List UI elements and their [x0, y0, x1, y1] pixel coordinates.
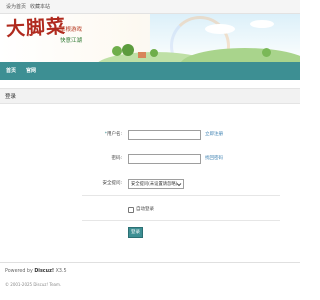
auto-login-label: 自动登录 — [136, 207, 154, 212]
security-question-select[interactable]: 安全提问(未设置请忽略) — [128, 179, 184, 189]
chevron-down-icon — [176, 183, 182, 187]
powered-by: Powered by Discuz! X3.5 — [5, 269, 67, 275]
main-nav: 首页 官网 — [0, 62, 300, 80]
banner-house — [138, 52, 146, 58]
copyright: © 2001-2025 Discuz! Team. — [5, 282, 62, 287]
banner-tree — [122, 44, 134, 56]
login-form: *用户名: 立即注册 密码: 找回密码 安全提问: 安全提问(未设置请忽略) 自… — [0, 104, 300, 250]
product-version: X3.5 — [54, 269, 67, 274]
bookmark-link[interactable]: 收藏本站 — [30, 4, 50, 10]
auto-login-checkbox[interactable] — [128, 207, 134, 213]
register-link[interactable]: 立即注册 — [205, 132, 223, 138]
security-question-label: 安全提问: — [102, 181, 122, 186]
product-name[interactable]: Discuz! — [34, 269, 54, 274]
powered-prefix: Powered by — [5, 269, 35, 274]
nav-item-home[interactable]: 首页 — [6, 68, 16, 74]
top-utility-bar: 设为首页 收藏本站 — [0, 0, 300, 14]
security-question-value: 安全提问(未设置请忽略) — [131, 182, 178, 187]
set-homepage-link[interactable]: 设为首页 — [6, 4, 26, 10]
section-header: 登录 — [0, 88, 300, 104]
username-label-text: 用户名: — [106, 132, 122, 137]
divider — [82, 195, 280, 196]
logo-tagline-1: 草根游戏 — [60, 27, 83, 33]
password-input[interactable] — [128, 154, 201, 164]
login-button[interactable]: 登录 — [128, 227, 143, 238]
site-logo[interactable]: 大脚菜 — [5, 15, 66, 40]
banner-cloud — [250, 20, 274, 28]
nav-item-official-site[interactable]: 官网 — [26, 68, 36, 74]
banner-tree — [262, 48, 271, 57]
forgot-password-link[interactable]: 找回密码 — [205, 156, 223, 162]
footer: Powered by Discuz! X3.5 © 2001-2025 Disc… — [0, 262, 300, 300]
username-input[interactable] — [128, 130, 201, 140]
section-title: 登录 — [5, 94, 17, 100]
banner-tree — [112, 46, 122, 56]
banner-cloud — [205, 24, 235, 34]
divider — [82, 220, 280, 221]
username-label: *用户名: — [70, 132, 122, 138]
logo-tagline-2: 快意江湖 — [60, 38, 83, 44]
password-label: 密码: — [111, 156, 122, 161]
banner-tree — [150, 49, 158, 57]
